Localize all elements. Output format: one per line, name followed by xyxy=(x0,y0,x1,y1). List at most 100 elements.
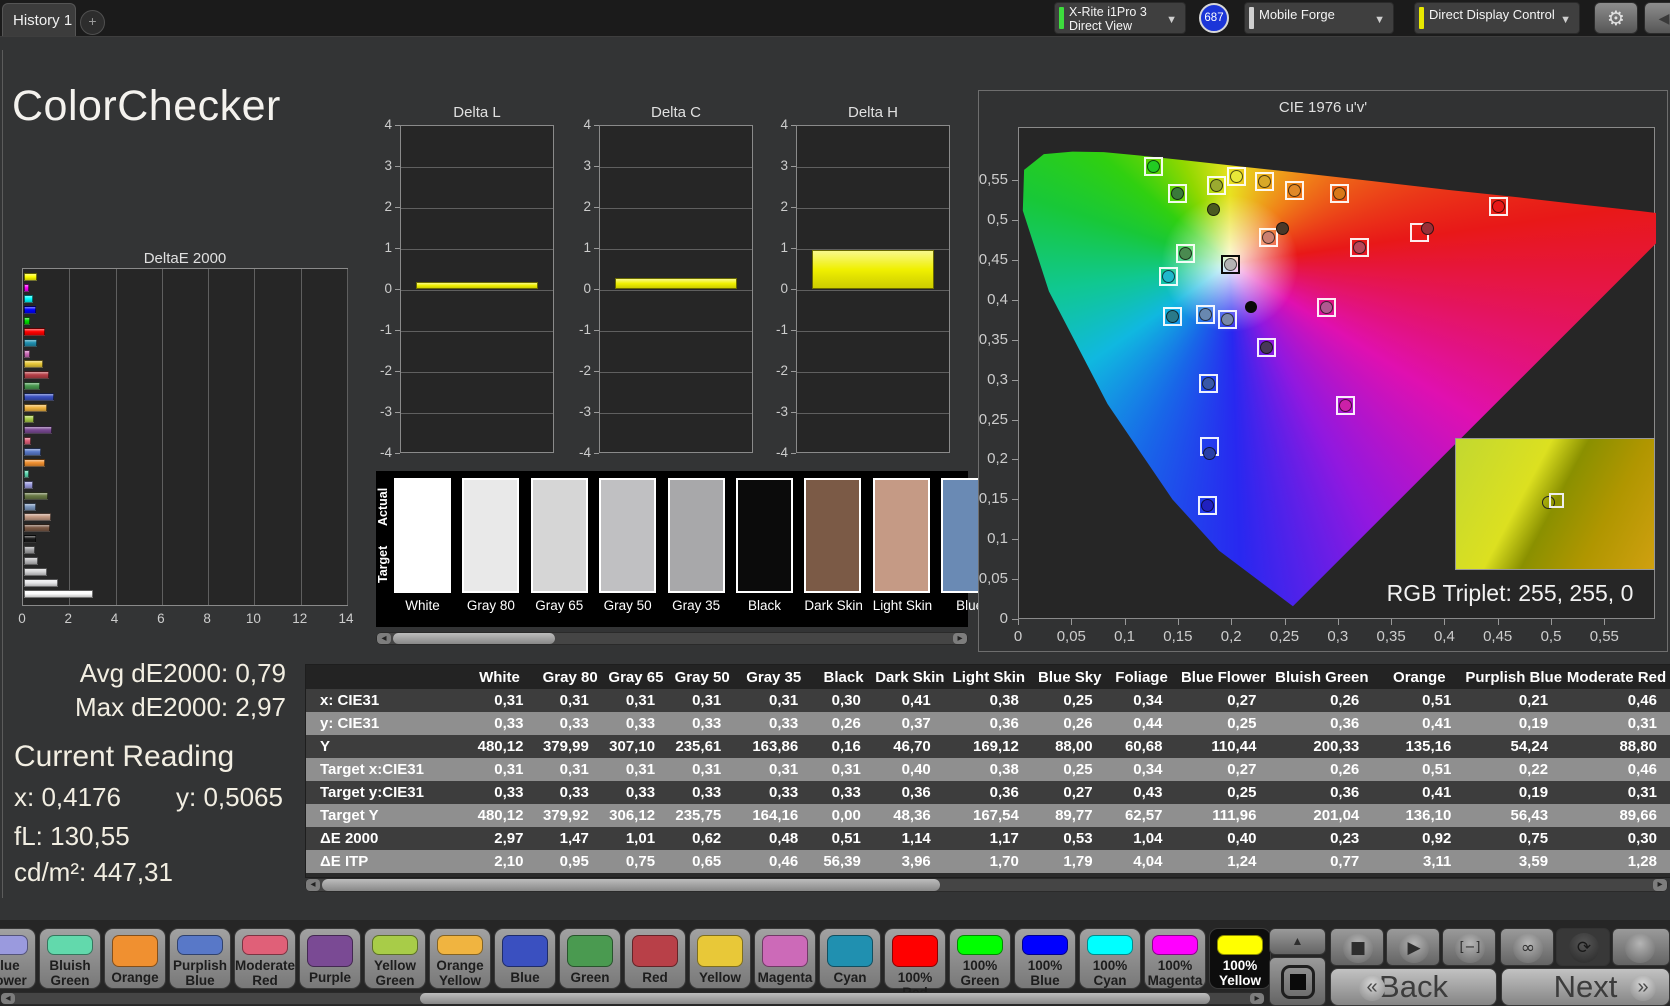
patch-button-purple[interactable]: Purple xyxy=(299,928,361,989)
cie-x-tick-mark xyxy=(1124,619,1126,625)
patch-button-bluish-green[interactable]: Bluish Green xyxy=(39,928,101,989)
patch-button-moderate-red[interactable]: Moderate Red xyxy=(234,928,296,989)
patch-button-orange[interactable]: Orange xyxy=(104,928,166,989)
play-button[interactable]: ▶ xyxy=(1386,928,1440,966)
patch-button-green[interactable]: Green xyxy=(559,928,621,989)
de2000-x-tick: 14 xyxy=(338,611,354,626)
table-cell: 480,12 xyxy=(461,804,538,827)
table-cell: 0,31 xyxy=(1562,712,1670,735)
patch-button-magenta[interactable]: Magenta xyxy=(754,928,816,989)
table-cell: 0,51 xyxy=(1373,689,1466,712)
back-button[interactable]: Back « xyxy=(1330,968,1497,1006)
gridline xyxy=(600,290,752,291)
table-scrollbar-right-arrow[interactable]: ▸ xyxy=(1653,879,1667,891)
column-header-gray-35: Gray 35 xyxy=(735,665,813,689)
gridline xyxy=(600,249,752,250)
strip-scrollbar-right-arrow[interactable]: ▸ xyxy=(953,633,967,644)
table-cell: 164,16 xyxy=(735,804,813,827)
patch-button-100-green[interactable]: 100% Green xyxy=(949,928,1011,989)
de2000-chart xyxy=(22,268,348,606)
table-cell: 0,46 xyxy=(1562,758,1670,781)
settings-button[interactable]: ⚙ xyxy=(1594,2,1638,34)
tab-history[interactable]: History 1 xyxy=(2,3,76,36)
current-cdm2: cd/m²: 447,31 xyxy=(14,857,173,887)
cie-measured-point xyxy=(1209,178,1223,192)
strip-patch-gray-65[interactable] xyxy=(530,478,588,593)
bottom-scrollbar-thumb[interactable] xyxy=(420,993,1210,1004)
strip-patch-gray-50[interactable] xyxy=(599,478,657,593)
de2000-bar-orange-yellow xyxy=(24,404,48,413)
patch-button-purplish-blue[interactable]: Purplish Blue xyxy=(169,928,231,989)
table-cell: 201,04 xyxy=(1270,804,1374,827)
patch-button-red[interactable]: Red xyxy=(624,928,686,989)
step-button[interactable]: [−] xyxy=(1442,928,1496,966)
stop-pattern-button[interactable] xyxy=(1269,957,1326,1006)
collapse-panel-button[interactable]: ◀ xyxy=(1644,2,1670,34)
patch-button-blue-flower[interactable]: BlueFlower xyxy=(0,928,36,989)
table-row: Target x:CIE31 0,31 0,31 0,31 0,31 0,31 0,31 0,… xyxy=(306,758,1670,781)
table-cell: 0,36 xyxy=(874,781,945,804)
delta-y-tick: -1 xyxy=(578,322,591,337)
loop-button[interactable]: ∞ xyxy=(1500,928,1554,966)
source-dropdown[interactable]: Mobile Forge ▼ xyxy=(1244,2,1394,34)
cie-y-tick-mark xyxy=(1012,180,1018,182)
tick-mark xyxy=(395,330,400,331)
column-header-orange: Orange xyxy=(1373,665,1466,689)
table-scrollbar-left-arrow[interactable]: ◂ xyxy=(306,879,320,891)
workflow-dropdown[interactable]: Direct Display Control ▼ xyxy=(1414,2,1580,34)
table-cell: 0,16 xyxy=(812,735,875,758)
table-scrollbar-thumb[interactable] xyxy=(322,879,940,891)
patch-button-100-red[interactable]: 100% Red xyxy=(884,928,946,1000)
strip-patch-gray-80[interactable] xyxy=(462,478,520,593)
cie-measured-point xyxy=(1178,247,1192,261)
strip-scrollbar-thumb[interactable] xyxy=(393,633,555,644)
strip-patch-dark-skin[interactable] xyxy=(804,478,862,593)
delta-y-tick: 0 xyxy=(583,281,591,296)
de2000-x-tick: 4 xyxy=(110,611,119,626)
tick-mark xyxy=(594,330,599,331)
patch-button-cyan[interactable]: Cyan xyxy=(819,928,881,989)
cie-y-tick-mark xyxy=(1012,379,1018,381)
table-cell: 379,99 xyxy=(537,735,603,758)
patch-button-100-blue[interactable]: 100% Blue xyxy=(1014,928,1076,989)
add-tab-button[interactable]: + xyxy=(80,10,105,35)
bottom-scrollbar-left-arrow[interactable]: ◂ xyxy=(1,993,15,1004)
exposure-badge: 687 xyxy=(1199,3,1229,33)
patch-button-100-yellow[interactable]: 100% Yellow xyxy=(1209,928,1271,989)
de2000-bar-black xyxy=(24,535,36,544)
table-cell: 1,79 xyxy=(1032,850,1107,873)
patch-button-100-magenta[interactable]: 100% Magenta xyxy=(1144,928,1206,989)
gridline xyxy=(797,290,949,291)
meter-dropdown[interactable]: X-Rite i1Pro 3 Direct View ▼ xyxy=(1054,2,1186,34)
patch-button-yellow[interactable]: Yellow xyxy=(689,928,751,989)
patch-button-orange-yellow[interactable]: Orange Yellow xyxy=(429,928,491,989)
next-button[interactable]: Next» xyxy=(1501,968,1670,1006)
strip-patch-white[interactable] xyxy=(394,478,451,593)
table-cell: 0,33 xyxy=(537,712,603,735)
table-cell: 3,96 xyxy=(874,850,945,873)
delta-bar xyxy=(416,282,538,289)
patch-button-yellow-green[interactable]: Yellow Green xyxy=(364,928,426,989)
patch-button-blue[interactable]: Blue xyxy=(494,928,556,989)
strip-patch-light-skin[interactable] xyxy=(872,478,930,593)
scroll-up-button[interactable]: ▲ xyxy=(1269,928,1326,955)
strip-patch-gray-35[interactable] xyxy=(667,478,725,593)
strip-scrollbar-left-arrow[interactable]: ◂ xyxy=(377,633,391,644)
de2000-bar-bluish-green xyxy=(24,469,30,478)
stop-button[interactable]: ■ xyxy=(1330,928,1384,966)
table-cell: 167,54 xyxy=(944,804,1033,827)
cie-y-tick-mark xyxy=(1012,499,1018,501)
de2000-bar-light-skin xyxy=(24,513,52,522)
table-cell: 60,68 xyxy=(1106,735,1177,758)
bottom-scrollbar-right-arrow[interactable]: ▸ xyxy=(1250,993,1264,1004)
de2000-bar-gray-65 xyxy=(24,568,48,577)
strip-patch-black[interactable] xyxy=(736,478,793,593)
table-cell: 4,04 xyxy=(1106,850,1177,873)
table-header-row: White Gray 80 Gray 65 Gray 50 Gray 35 Black Da… xyxy=(306,665,1670,689)
refresh-button[interactable]: ⟳ xyxy=(1556,928,1610,966)
blank-button[interactable] xyxy=(1612,928,1670,966)
table-cell: 0,30 xyxy=(812,689,875,712)
delta-y-tick: 3 xyxy=(583,158,591,173)
patch-button-100-cyan[interactable]: 100% Cyan xyxy=(1079,928,1141,989)
patch-button-label: BlueFlower xyxy=(0,958,27,988)
